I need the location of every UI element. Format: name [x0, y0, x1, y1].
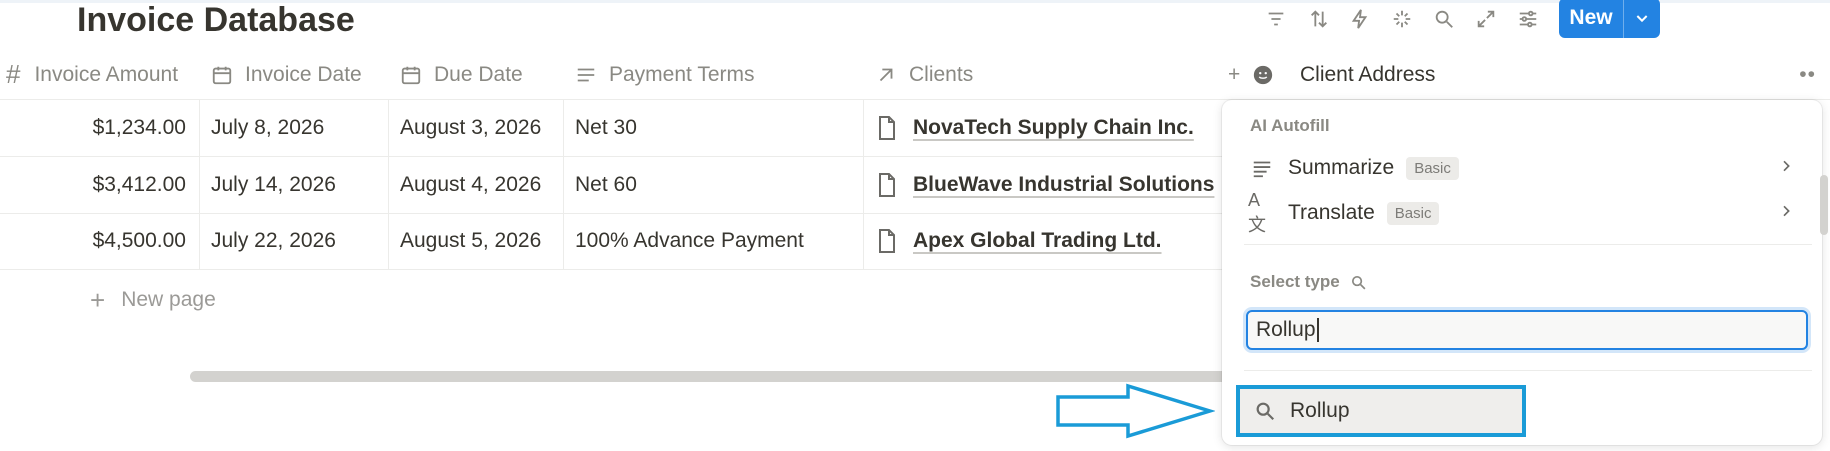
calendar-icon [212, 66, 232, 84]
clients-cell[interactable]: NovaTech Supply Chain Inc. [875, 100, 1194, 156]
chevron-down-icon[interactable] [1623, 0, 1660, 38]
table-row[interactable]: $4,500.00 July 22, 2026 August 5, 2026 1… [0, 213, 1228, 270]
type-search-input[interactable]: Rollup [1246, 310, 1808, 350]
plus-icon: + [90, 284, 106, 315]
due-date-cell[interactable]: August 3, 2026 [400, 100, 541, 156]
sort-icon[interactable] [1305, 6, 1333, 32]
page-title: Invoice Database [77, 1, 355, 39]
payment-terms-cell[interactable]: 100% Advance Payment [575, 213, 804, 269]
invoice-amount-cell[interactable]: $4,500.00 [0, 213, 186, 269]
column-header-clients[interactable]: Clients [875, 50, 973, 99]
invoice-amount-cell[interactable]: $1,234.00 [0, 100, 186, 156]
more-options-icon[interactable]: •• [1799, 63, 1816, 87]
payment-terms-cell[interactable]: Net 30 [575, 100, 637, 156]
ai-sparkle-icon[interactable] [1388, 6, 1416, 32]
search-icon [1350, 274, 1367, 291]
column-header-due-date[interactable]: Due Date [400, 50, 523, 99]
settings-icon[interactable] [1514, 6, 1542, 32]
menu-divider [1244, 370, 1812, 371]
chevron-right-icon [1778, 156, 1794, 180]
type-search-value: Rollup [1256, 318, 1316, 341]
page-icon [879, 229, 895, 253]
menu-item-translate[interactable]: A文 Translate Basic [1248, 190, 1808, 235]
due-date-cell[interactable]: August 5, 2026 [400, 213, 541, 269]
annotation-arrow-icon [1056, 383, 1215, 439]
clients-cell[interactable]: Apex Global Trading Ltd. [875, 213, 1162, 269]
relation-arrow-icon [879, 68, 893, 81]
invoice-date-cell[interactable]: July 22, 2026 [211, 213, 336, 269]
basic-badge: Basic [1406, 156, 1459, 180]
table-header: # Invoice Amount Invoice Date Due Date P… [0, 50, 1830, 100]
column-header-client-address[interactable]: Client Address •• [1222, 50, 1830, 99]
payment-terms-cell[interactable]: Net 60 [575, 157, 637, 213]
due-date-cell[interactable]: August 4, 2026 [400, 157, 541, 213]
expand-icon[interactable] [1472, 6, 1500, 32]
page-icon [879, 116, 895, 140]
property-type-menu: AI Autofill Summarize Basic A文 Translate… [1222, 100, 1822, 445]
search-icon [1254, 400, 1276, 422]
text-caret [1316, 318, 1319, 342]
client-link[interactable]: BlueWave Industrial Solutions [913, 173, 1214, 197]
chevron-right-icon [1778, 201, 1794, 225]
clients-cell[interactable]: BlueWave Industrial Solutions [875, 157, 1214, 213]
column-header-invoice-date[interactable]: Invoice Date [211, 50, 362, 99]
basic-badge: Basic [1386, 201, 1440, 225]
client-link[interactable]: Apex Global Trading Ltd. [913, 229, 1162, 253]
ai-autofill-heading: AI Autofill [1250, 116, 1330, 135]
automation-icon[interactable] [1346, 6, 1374, 32]
new-page-button[interactable]: + New page [90, 283, 216, 317]
table-row[interactable]: $1,234.00 July 8, 2026 August 3, 2026 Ne… [0, 100, 1228, 157]
vertical-scrollbar[interactable] [1820, 175, 1828, 235]
summarize-icon [1248, 157, 1276, 179]
number-icon: # [6, 59, 21, 89]
translate-icon: A文 [1248, 189, 1266, 235]
horizontal-scrollbar[interactable] [190, 371, 1250, 382]
add-column-icon[interactable]: + [1228, 50, 1242, 99]
page-icon [879, 173, 895, 197]
calendar-icon [401, 66, 421, 84]
person-icon [1252, 64, 1286, 86]
filter-icon[interactable] [1262, 6, 1290, 32]
menu-item-summarize[interactable]: Summarize Basic [1248, 148, 1808, 188]
menu-divider [1244, 244, 1812, 245]
search-icon[interactable] [1430, 6, 1458, 32]
new-button[interactable]: New [1559, 0, 1660, 38]
column-header-payment-terms[interactable]: Payment Terms [575, 50, 755, 99]
client-link[interactable]: NovaTech Supply Chain Inc. [913, 116, 1194, 140]
select-type-heading: Select type [1250, 272, 1367, 292]
invoice-amount-cell[interactable]: $3,412.00 [0, 157, 186, 213]
new-button-label[interactable]: New [1559, 0, 1623, 38]
invoice-date-cell[interactable]: July 14, 2026 [211, 157, 336, 213]
text-icon [577, 68, 595, 81]
table-row[interactable]: $3,412.00 July 14, 2026 August 4, 2026 N… [0, 157, 1228, 214]
type-option-rollup[interactable]: Rollup [1236, 385, 1526, 437]
invoice-date-cell[interactable]: July 8, 2026 [211, 100, 324, 156]
column-header-invoice-amount[interactable]: # Invoice Amount [6, 50, 178, 99]
